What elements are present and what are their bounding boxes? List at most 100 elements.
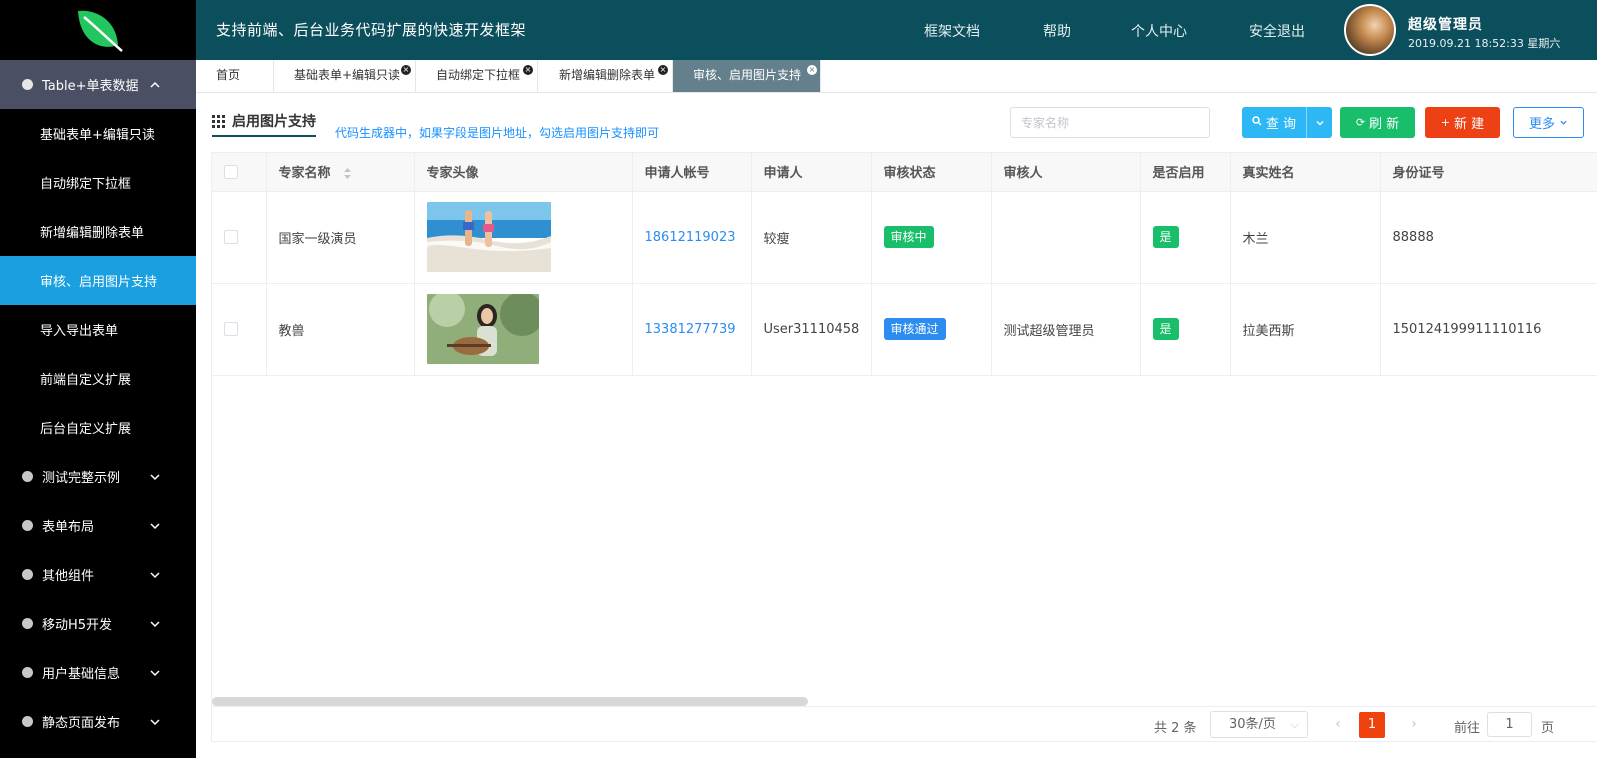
close-icon[interactable]: × <box>807 65 817 75</box>
chevron-down-icon <box>150 669 160 676</box>
avatar-thumbnail[interactable] <box>426 202 551 272</box>
enabled-badge: 是 <box>1152 226 1179 248</box>
sidebar-group-static-publish[interactable]: 静态页面发布 <box>0 697 196 746</box>
tab-basic-form[interactable]: 基础表单+编辑只读 × <box>274 60 416 92</box>
tab-home[interactable]: 首页 <box>196 60 274 92</box>
sidebar-group-user-info[interactable]: 用户基础信息 <box>0 648 196 697</box>
header-datetime: 2019.09.21 18:52:33 星期六 <box>1408 37 1561 50</box>
more-button[interactable]: 更多 <box>1513 107 1584 138</box>
cell-enabled: 是 <box>1140 283 1231 376</box>
tab-label: 基础表单+编辑只读 <box>294 68 401 82</box>
column-header: 审核状态 <box>871 153 992 192</box>
chevron-down-icon <box>150 522 160 529</box>
prev-page-button[interactable]: ‹ <box>1328 714 1348 734</box>
goto-label: 前往 <box>1454 721 1481 736</box>
enabled-badge: 是 <box>1152 318 1179 340</box>
new-label: 新 建 <box>1454 117 1485 132</box>
menu-dot-icon <box>22 471 33 482</box>
column-header: 身份证号 <box>1380 153 1597 192</box>
cell-avatar <box>414 191 633 284</box>
tab-image-support[interactable]: 审核、启用图片支持 × <box>673 60 821 92</box>
sidebar-item-crud-form[interactable]: 新增编辑删除表单 <box>0 207 196 256</box>
search-input[interactable] <box>1010 107 1210 138</box>
row-checkbox[interactable] <box>224 322 238 336</box>
nav-help-link[interactable]: 帮助 <box>1043 21 1071 41</box>
more-label: 更多 <box>1528 117 1555 132</box>
sidebar-item-image-support[interactable]: 审核、启用图片支持 <box>0 256 196 305</box>
tab-crud-form[interactable]: 新增编辑删除表单 × <box>538 60 673 92</box>
column-header: 申请人 <box>751 153 872 192</box>
table-row[interactable]: 教兽 13381277739 User31110458 审核通过 测试超级管理员… <box>212 283 1597 376</box>
nav-profile-link[interactable]: 个人中心 <box>1131 21 1187 41</box>
grid-icon <box>212 114 225 128</box>
new-button[interactable]: + 新 建 <box>1425 107 1500 138</box>
sort-icon[interactable] <box>343 167 352 180</box>
column-header: 是否启用 <box>1140 153 1231 192</box>
search-icon <box>1252 116 1262 129</box>
sidebar-group-label: 静态页面发布 <box>42 716 121 731</box>
column-header-label: 专家名称 <box>278 166 331 182</box>
chevron-down-icon: ⌵ <box>1290 718 1299 731</box>
horizontal-scrollbar[interactable] <box>212 697 808 706</box>
sidebar-item-frontend-ext[interactable]: 前端自定义扩展 <box>0 354 196 403</box>
query-button[interactable]: 查 询 <box>1242 107 1306 138</box>
total-count: 共 2 条 <box>1154 721 1197 736</box>
sidebar-group-table[interactable]: Table+单表数据 <box>0 60 196 109</box>
cell-name: 国家一级演员 <box>266 191 415 284</box>
goto-page-input[interactable] <box>1487 712 1532 737</box>
nav-logout-link[interactable]: 安全退出 <box>1249 21 1305 41</box>
column-header[interactable]: 专家名称 <box>266 153 415 192</box>
chevron-down-icon <box>1316 120 1323 125</box>
avatar[interactable] <box>1344 4 1396 56</box>
top-header: 支持前端、后台业务代码扩展的快速开发框架 框架文档 帮助 个人中心 安全退出 超… <box>196 0 1597 60</box>
cell-real-name: 木兰 <box>1230 191 1381 284</box>
sidebar-group-label: 表单布局 <box>42 520 95 535</box>
refresh-icon: ⟳ <box>1355 116 1366 129</box>
sidebar-item-label: 基础表单+编辑只读 <box>40 128 155 143</box>
header-slogan: 支持前端、后台业务代码扩展的快速开发框架 <box>216 21 527 39</box>
close-icon[interactable]: × <box>401 65 411 75</box>
account-link[interactable]: 18612119023 <box>645 230 736 245</box>
nav-docs-link[interactable]: 框架文档 <box>924 21 980 41</box>
sidebar-group-form-layout[interactable]: 表单布局 <box>0 501 196 550</box>
sidebar-group-mobile-h5[interactable]: 移动H5开发 <box>0 599 196 648</box>
column-header: 审核人 <box>991 153 1141 192</box>
close-icon[interactable]: × <box>658 65 668 75</box>
page-size-select[interactable]: 30条/页 ⌵ <box>1210 711 1308 738</box>
sidebar-group-other-components[interactable]: 其他组件 <box>0 550 196 599</box>
cell-auditor <box>991 191 1141 284</box>
cell-auditor: 测试超级管理员 <box>991 283 1141 376</box>
sidebar-group-test-examples[interactable]: 测试完整示例 <box>0 452 196 501</box>
sidebar-item-basic-form[interactable]: 基础表单+编辑只读 <box>0 109 196 158</box>
logo <box>0 0 196 60</box>
tab-auto-dropdown[interactable]: 自动绑定下拉框 × <box>416 60 538 92</box>
menu-dot-icon <box>22 667 33 678</box>
cell-applicant: 较瘦 <box>751 191 872 284</box>
sidebar-item-auto-dropdown[interactable]: 自动绑定下拉框 <box>0 158 196 207</box>
refresh-button[interactable]: ⟳ 刷 新 <box>1340 107 1415 138</box>
page-number-current[interactable]: 1 <box>1359 712 1385 738</box>
sidebar-item-label: 自动绑定下拉框 <box>40 177 132 192</box>
close-icon[interactable]: × <box>523 65 533 75</box>
cell-status: 审核通过 <box>871 283 992 376</box>
sidebar-item-label: 审核、启用图片支持 <box>40 275 158 290</box>
cell-status: 审核中 <box>871 191 992 284</box>
query-label: 查 询 <box>1265 117 1297 132</box>
chevron-down-icon <box>1560 120 1567 125</box>
table-row[interactable]: 国家一级演员 18612119023 较瘦 审核中 是 木兰 88888 <box>212 191 1597 284</box>
cell-id-number: 88888 <box>1380 191 1597 284</box>
sidebar-item-import-export[interactable]: 导入导出表单 <box>0 305 196 354</box>
chevron-down-icon <box>150 620 160 627</box>
sidebar-item-backend-ext[interactable]: 后台自定义扩展 <box>0 403 196 452</box>
account-link[interactable]: 13381277739 <box>645 322 736 337</box>
page-unit-label: 页 <box>1541 721 1555 736</box>
cell-name: 教兽 <box>266 283 415 376</box>
avatar-thumbnail[interactable] <box>426 294 539 364</box>
select-all-checkbox[interactable] <box>224 164 238 179</box>
query-dropdown-button[interactable] <box>1306 107 1332 138</box>
user-name: 超级管理员 <box>1408 17 1483 33</box>
next-page-button[interactable]: › <box>1404 714 1424 734</box>
row-checkbox[interactable] <box>224 230 238 244</box>
column-header: 申请人帐号 <box>632 153 752 192</box>
tab-label: 首页 <box>216 68 241 82</box>
